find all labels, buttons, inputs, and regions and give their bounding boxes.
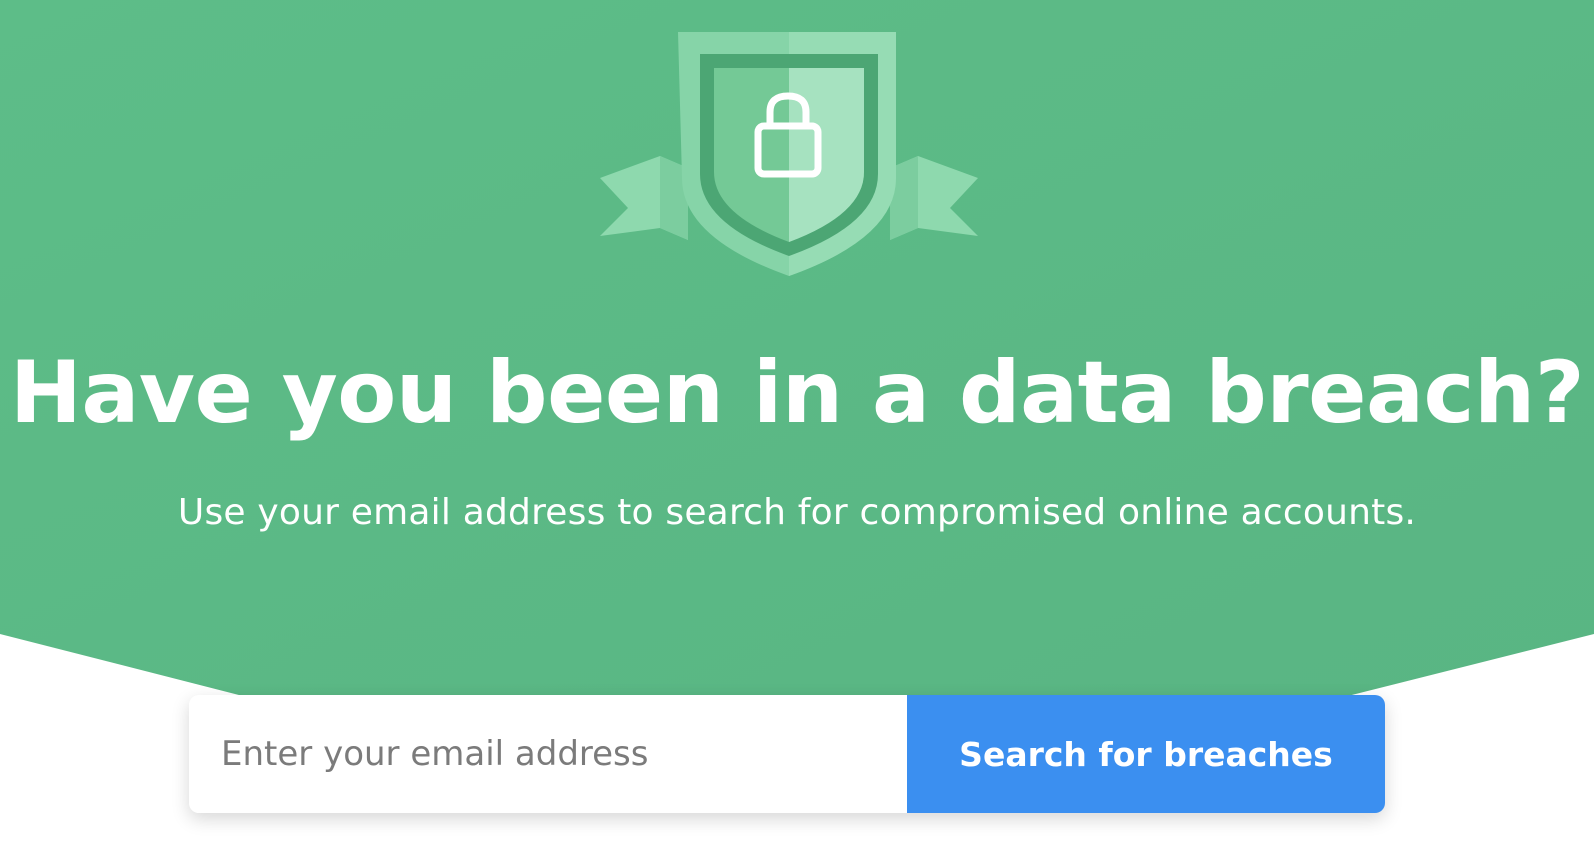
page-title: Have you been in a data breach? bbox=[9, 343, 1585, 443]
page-subtitle: Use your email address to search for com… bbox=[177, 492, 1417, 533]
hero-section: Have you been in a data breach? Use your… bbox=[0, 0, 1594, 862]
email-input[interactable] bbox=[189, 695, 907, 813]
search-for-breaches-button[interactable]: Search for breaches bbox=[907, 695, 1385, 813]
shield-lock-icon bbox=[600, 32, 978, 276]
breach-search-form: Search for breaches bbox=[189, 695, 1385, 813]
